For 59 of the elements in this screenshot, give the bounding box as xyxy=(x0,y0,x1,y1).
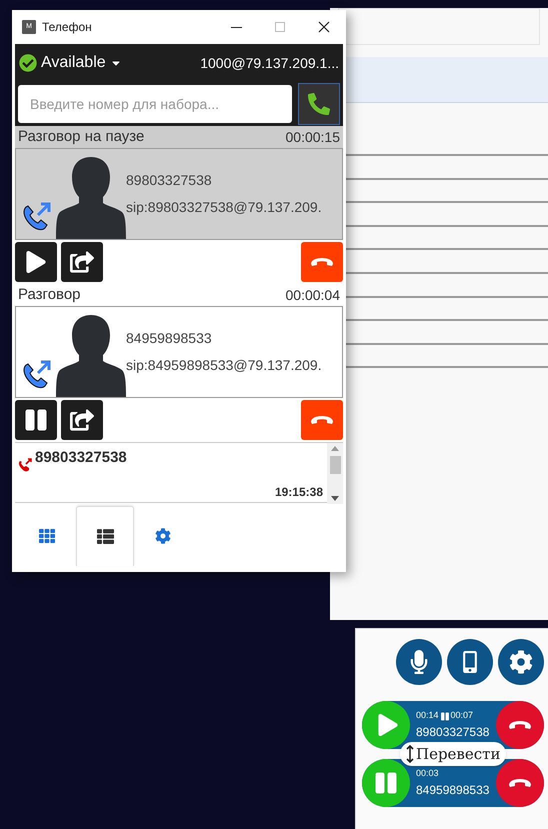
vertical-resize-icon xyxy=(406,745,414,763)
settings-icon xyxy=(155,528,171,544)
phone-icon xyxy=(308,93,330,115)
call-timer: 00:14 xyxy=(416,709,439,722)
mobile-phone-button[interactable] xyxy=(447,639,493,685)
dialpad-icon xyxy=(39,528,55,544)
hold-button[interactable] xyxy=(15,400,57,440)
person-silhouette-icon xyxy=(56,155,126,239)
scrollbar[interactable] xyxy=(327,443,343,504)
tooltip-text: Перевести xyxy=(416,744,500,765)
history-number: 89803327538 xyxy=(35,448,128,468)
settings-button[interactable] xyxy=(498,639,544,685)
hang-up-button[interactable] xyxy=(496,701,544,749)
caller-sip-address: sip:89803327538@79.137.209. xyxy=(126,198,322,217)
resume-button[interactable] xyxy=(362,701,410,749)
call-duration: 00:00:15 xyxy=(286,128,340,146)
share-icon xyxy=(70,250,94,274)
hang-up-icon xyxy=(310,257,334,267)
hang-up-icon xyxy=(310,415,334,425)
microphone-button[interactable] xyxy=(396,639,442,685)
close-icon xyxy=(318,21,330,33)
share-icon xyxy=(70,408,94,432)
transfer-button[interactable] xyxy=(61,400,103,440)
hold-timer: 00:07 xyxy=(450,709,474,722)
history-time: 19:15:38 xyxy=(274,484,323,500)
call-duration: 00:00:04 xyxy=(286,286,340,304)
outgoing-call-icon xyxy=(17,457,33,473)
scroll-down-arrow-icon[interactable] xyxy=(331,496,339,501)
pause-icon xyxy=(25,408,47,432)
list-icon xyxy=(96,528,114,545)
play-icon xyxy=(376,714,398,736)
call-button[interactable] xyxy=(298,83,340,125)
call-status: Разговор xyxy=(18,284,81,305)
microphone-icon xyxy=(410,650,428,674)
hold-button[interactable] xyxy=(362,759,410,807)
mobile-phone-icon xyxy=(462,651,478,673)
settings-icon xyxy=(509,650,533,674)
hang-up-icon xyxy=(508,720,532,730)
caller-sip-address: sip:84959898533@79.137.209. xyxy=(126,356,322,375)
pause-icon xyxy=(440,712,449,720)
call-status: Разговор на паузе xyxy=(18,126,144,147)
caller-number: 84959898533 xyxy=(416,782,490,799)
sip-account: 1000@79.137.209.1... xyxy=(200,54,339,72)
hang-up-button[interactable] xyxy=(301,242,343,282)
caller-number: 89803327538 xyxy=(126,171,213,190)
pause-icon xyxy=(375,771,397,795)
status-dropdown[interactable]: Available xyxy=(19,51,122,75)
resume-button[interactable] xyxy=(15,242,57,282)
hang-up-icon xyxy=(508,778,532,788)
dial-number-input[interactable]: Введите номер для набора... xyxy=(18,85,292,123)
call-timer: 00:03 xyxy=(416,767,439,780)
person-silhouette-icon xyxy=(56,313,126,397)
window-title: Телефон xyxy=(42,19,92,36)
call-list-tab[interactable] xyxy=(76,506,134,566)
play-icon xyxy=(25,251,47,273)
hang-up-button[interactable] xyxy=(301,400,343,440)
transfer-button[interactable] xyxy=(61,242,103,282)
caller-number: 84959898533 xyxy=(126,329,213,348)
caller-number: 89803327538 xyxy=(416,724,490,741)
